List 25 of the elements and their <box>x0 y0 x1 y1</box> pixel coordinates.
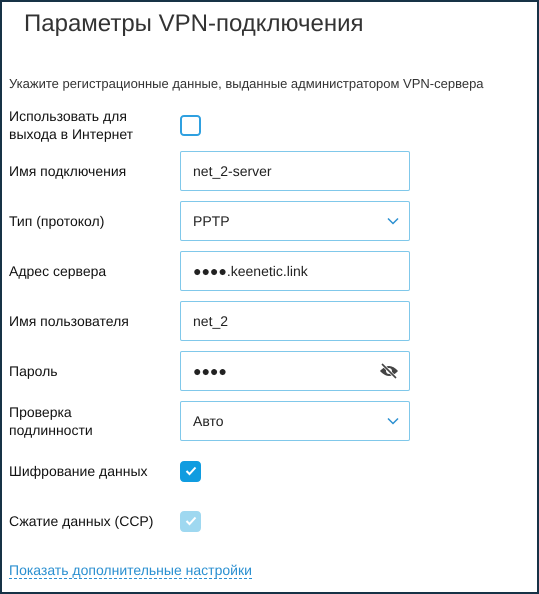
chevron-down-icon <box>387 217 399 225</box>
checkbox[interactable] <box>180 460 201 482</box>
select-field[interactable]: Авто <box>180 401 410 441</box>
field-label: Имя пользователя <box>9 312 130 330</box>
page-title: Параметры VPN-подключения <box>24 9 364 39</box>
password-field[interactable]: ●●●● <box>180 351 410 391</box>
show-more-settings-link[interactable]: Показать дополнительные настройки <box>9 562 252 579</box>
text-field[interactable]: net_2-server <box>180 151 410 191</box>
text-field[interactable]: ●●●●.keenetic.link <box>180 251 410 291</box>
field-label: Проверка подлинности <box>9 403 94 439</box>
checkmark-icon <box>184 466 196 476</box>
checkbox[interactable] <box>180 114 201 136</box>
field-label: Использовать для выхода в Интернет <box>9 107 134 143</box>
field-label: Шифрование данных <box>9 462 149 480</box>
chevron-down-icon <box>387 417 399 425</box>
checkmark-icon <box>184 516 196 526</box>
field-label: Адрес сервера <box>9 262 108 280</box>
field-label: Тип (протокол) <box>9 212 106 230</box>
eye-off-icon[interactable] <box>379 363 399 379</box>
text-field[interactable]: net_2 <box>180 301 410 341</box>
field-label: Пароль <box>9 362 59 380</box>
select-field[interactable]: PPTP <box>180 201 410 241</box>
field-label: Сжатие данных (CCP) <box>9 512 154 530</box>
instructions-text: Укажите регистрационные данные, выданные администратором VPN-сервера <box>9 76 484 92</box>
field-label: Имя подключения <box>9 162 128 180</box>
